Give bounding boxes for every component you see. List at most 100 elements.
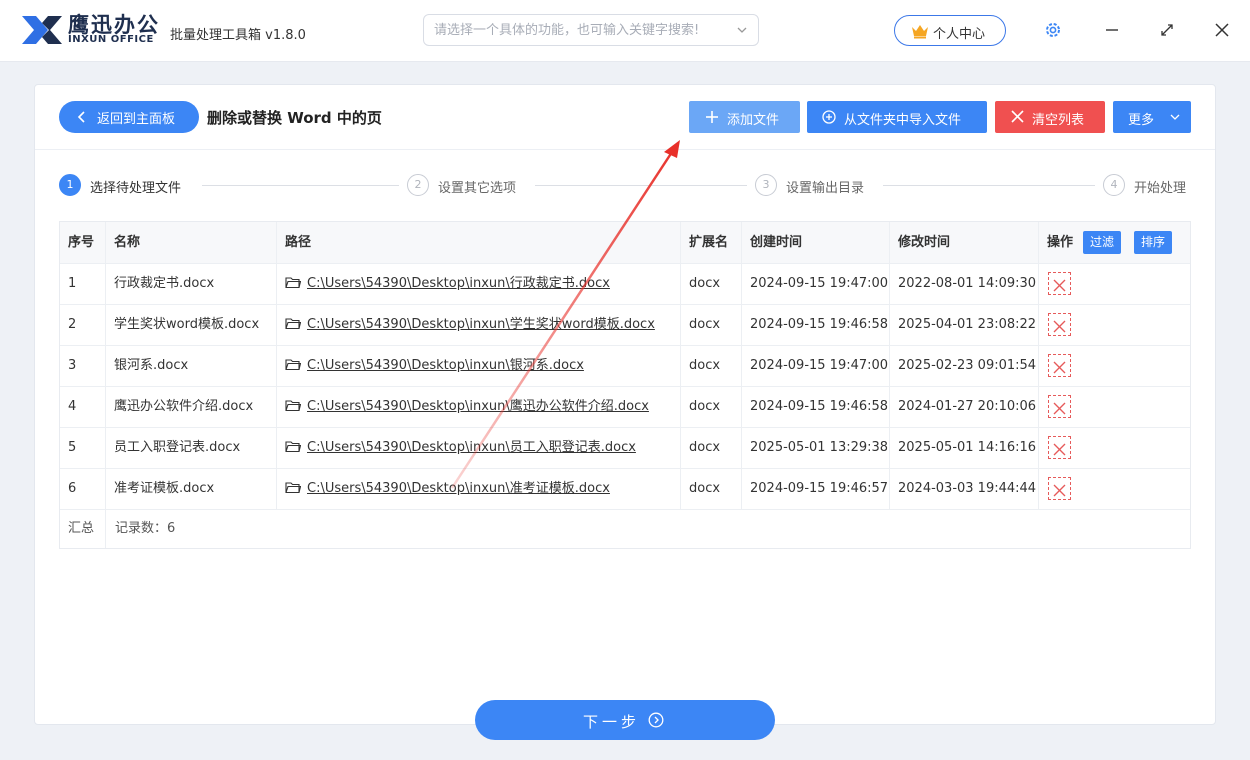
table-row[interactable]: 3 银河系.docx C:\Users\54390\Desktop\inxun\… [60,346,1190,387]
row-created-time: 2024-09-15 19:47:00 [742,264,890,304]
table-row[interactable]: 6 准考证模板.docx C:\Users\54390\Desktop\inxu… [60,469,1190,510]
header-modified-time: 修改时间 [890,222,1039,263]
row-created-time: 2024-09-15 19:47:00 [742,346,890,386]
header-created-time: 创建时间 [742,222,890,263]
next-step-label: 下一步 [583,713,641,731]
x-icon [1011,110,1024,123]
brand-subtitle: INXUN OFFICE [68,34,154,45]
table-row[interactable]: 2 学生奖状word模板.docx C:\Users\54390\Desktop… [60,305,1190,346]
delete-row-button[interactable] [1048,313,1071,336]
delete-row-button[interactable] [1048,436,1071,459]
row-created-time: 2025-05-01 13:29:38 [742,428,890,468]
step-label: 设置输出目录 [786,181,865,196]
row-modified-time: 2024-03-03 19:44:44 [890,469,1039,509]
folder-icon[interactable] [285,399,301,412]
record-count: 记录数：6 [115,521,176,536]
delete-row-button[interactable] [1048,395,1071,418]
table-row[interactable]: 5 员工入职登记表.docx C:\Users\54390\Desktop\in… [60,428,1190,469]
table-header: 序号 名称 路径 扩展名 创建时间 修改时间 操作 过滤 排序 [60,222,1190,264]
gear-icon[interactable] [1044,21,1062,39]
chevron-down-icon[interactable] [736,24,748,36]
path-link[interactable]: C:\Users\54390\Desktop\inxun\行政裁定书.docx [307,276,610,291]
function-search[interactable] [423,14,759,46]
step-number: 4 [1103,174,1125,196]
step-number: 3 [755,174,777,196]
table-row[interactable]: 1 行政裁定书.docx C:\Users\54390\Desktop\inxu… [60,264,1190,305]
delete-row-button[interactable] [1048,354,1071,377]
folder-icon[interactable] [285,481,301,494]
header-operations-label: 操作 [1047,235,1074,250]
close-icon [1053,443,1066,456]
close-icon [1053,320,1066,333]
table-summary: 汇总 记录数：6 [60,510,1190,548]
maximize-icon[interactable] [1157,20,1177,40]
row-index: 5 [60,428,106,468]
close-icon [1053,484,1066,497]
row-path: C:\Users\54390\Desktop\inxun\行政裁定书.docx [277,264,681,304]
personal-center-button[interactable]: 个人中心 [894,15,1006,46]
delete-row-button[interactable] [1048,272,1071,295]
title-bar: 鹰迅办公 INXUN OFFICE 批量处理工具箱 v1.8.0 个人中心 [0,0,1250,62]
row-extension: docx [681,387,742,427]
row-index: 3 [60,346,106,386]
row-name: 学生奖状word模板.docx [106,305,277,345]
row-path: C:\Users\54390\Desktop\inxun\学生奖状word模板.… [277,305,681,345]
folder-icon[interactable] [285,276,301,289]
path-link[interactable]: C:\Users\54390\Desktop\inxun\学生奖状word模板.… [307,317,655,332]
row-index: 2 [60,305,106,345]
main-panel: 返回到主面板 删除或替换 Word 中的页 添加文件 从文件夹中导入文件 清空列… [34,84,1216,725]
folder-icon[interactable] [285,440,301,453]
clear-list-button[interactable]: 清空列表 [995,101,1105,133]
folder-icon[interactable] [285,358,301,371]
row-path: C:\Users\54390\Desktop\inxun\员工入职登记表.doc… [277,428,681,468]
delete-row-button[interactable] [1048,477,1071,500]
minimize-icon[interactable] [1102,20,1122,40]
next-step-button[interactable]: 下一步 [475,700,775,740]
row-created-time: 2024-09-15 19:46:57 [742,469,890,509]
close-icon [1053,279,1066,292]
plus-circle-icon [822,110,836,124]
row-path: C:\Users\54390\Desktop\inxun\鹰迅办公软件介绍.do… [277,387,681,427]
header-operations: 操作 过滤 排序 [1039,222,1190,263]
file-table: 序号 名称 路径 扩展名 创建时间 修改时间 操作 过滤 排序 1 行政裁定书.… [59,221,1191,549]
step-number: 2 [407,174,429,196]
back-button-label: 返回到主面板 [97,112,176,127]
crown-icon [912,25,928,39]
search-input[interactable] [434,20,724,40]
header-divider [35,149,1215,150]
folder-icon[interactable] [285,317,301,330]
close-icon[interactable] [1212,20,1232,40]
step-label: 选择待处理文件 [90,181,182,196]
row-index: 6 [60,469,106,509]
back-to-main-button[interactable]: 返回到主面板 [59,101,199,133]
row-modified-time: 2025-02-23 09:01:54 [890,346,1039,386]
import-folder-button[interactable]: 从文件夹中导入文件 [807,101,987,133]
row-operations [1039,305,1190,345]
row-modified-time: 2025-05-01 14:16:16 [890,428,1039,468]
row-extension: docx [681,305,742,345]
more-button[interactable]: 更多 [1113,101,1191,133]
path-link[interactable]: C:\Users\54390\Desktop\inxun\准考证模板.docx [307,481,610,496]
step-label: 设置其它选项 [438,181,517,196]
summary-label: 汇总 [60,510,106,548]
path-link[interactable]: C:\Users\54390\Desktop\inxun\员工入职登记表.doc… [307,440,636,455]
sort-button[interactable]: 排序 [1134,231,1173,254]
clear-list-label: 清空列表 [1032,113,1085,128]
row-name: 员工入职登记表.docx [106,428,277,468]
row-extension: docx [681,264,742,304]
add-file-button[interactable]: 添加文件 [689,101,800,133]
row-path: C:\Users\54390\Desktop\inxun\准考证模板.docx [277,469,681,509]
plus-icon [706,111,718,123]
row-operations [1039,387,1190,427]
table-row[interactable]: 4 鹰迅办公软件介绍.docx C:\Users\54390\Desktop\i… [60,387,1190,428]
page-title: 删除或替换 Word 中的页 [207,109,382,127]
header-name: 名称 [106,222,277,263]
path-link[interactable]: C:\Users\54390\Desktop\inxun\鹰迅办公软件介绍.do… [307,399,649,414]
row-index: 4 [60,387,106,427]
import-folder-label: 从文件夹中导入文件 [844,113,962,128]
filter-button[interactable]: 过滤 [1083,231,1122,254]
close-icon [1053,361,1066,374]
path-link[interactable]: C:\Users\54390\Desktop\inxun\银河系.docx [307,358,584,373]
add-file-label: 添加文件 [727,113,780,128]
row-name: 准考证模板.docx [106,469,277,509]
